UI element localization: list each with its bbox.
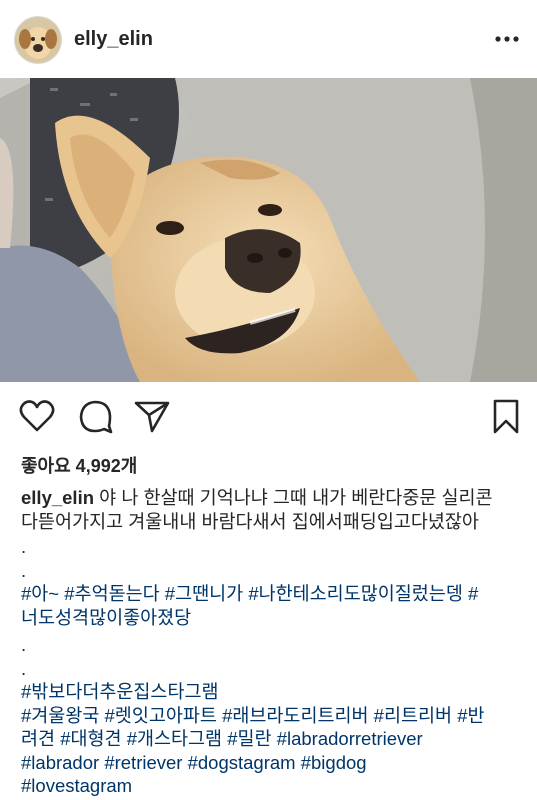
post-photo[interactable] [0, 78, 537, 382]
caption-text: 야 나 한살때 기억나냐 그때 내가 베란다중문 실리콘 [94, 487, 493, 508]
hashtag-link[interactable]: #대형견 [60, 728, 121, 749]
hashtag-line: 너도성격많이좋아졌당 [21, 606, 521, 630]
hashtag-link[interactable]: #retriever [104, 752, 182, 773]
hashtag-line: #labrador #retriever #dogstagram #bigdog [21, 751, 521, 775]
caption-dot: . [21, 634, 27, 655]
hashtag-link[interactable]: #나한테소리도많이질렀는뎅 [248, 583, 463, 604]
paper-plane-icon[interactable] [132, 396, 172, 436]
hashtag-link[interactable]: #렛잇고아파트 [105, 705, 217, 726]
hashtag-link[interactable]: #개스타그램 [127, 728, 222, 749]
more-options-icon[interactable] [494, 30, 520, 48]
post-username[interactable]: elly_elin [74, 28, 153, 51]
avatar[interactable] [14, 16, 62, 64]
hashtag-line: #겨울왕국 #렛잇고아파트 #래브라도리트리버 #리트리버 #반 [21, 704, 521, 728]
hashtag-link[interactable]: #밖보다더추운집스타그램 [21, 681, 219, 702]
hashtag-link[interactable]: #lovestagram [21, 775, 132, 796]
hashtag-link[interactable]: #래브라도리트리버 [222, 705, 368, 726]
caption-dot: . [21, 536, 27, 557]
heart-icon[interactable] [17, 396, 57, 436]
hashtag-link[interactable]: 너도성격많이좋아졌당 [21, 607, 191, 628]
hashtag-link[interactable]: #dogstagram [188, 752, 296, 773]
post-caption: elly_elin 야 나 한살때 기억나냐 그때 내가 베란다중문 실리콘 다… [21, 486, 521, 798]
hashtag-link[interactable]: #반 [457, 705, 484, 726]
hashtag-link[interactable]: #겨울왕국 [21, 705, 99, 726]
hashtag-link[interactable]: #밀란 [227, 728, 271, 749]
hashtag-line: #아~ #추억돋는다 #그땐니가 #나한테소리도많이질렀는뎅 # [21, 582, 521, 606]
hashtag-link[interactable]: #리트리버 [374, 705, 452, 726]
caption-line: 다뜯어가지고 겨울내내 바람다새서 집에서패딩입고다녔잖아 [21, 510, 521, 534]
caption-dot: . [21, 559, 27, 581]
caption-line: elly_elin 야 나 한살때 기억나냐 그때 내가 베란다중문 실리콘 [21, 486, 521, 510]
hashtag-link[interactable]: #bigdog [301, 752, 367, 773]
bookmark-icon[interactable] [486, 396, 526, 436]
caption-text: 다뜯어가지고 겨울내내 바람다새서 집에서패딩입고다녔잖아 [21, 510, 479, 532]
likes-count[interactable]: 좋아요 4,992개 [21, 452, 137, 478]
hashtag-link[interactable]: 려견 [21, 728, 55, 749]
hashtag-link[interactable]: #아~ [21, 583, 59, 604]
caption-username[interactable]: elly_elin [21, 487, 94, 508]
hashtag-link[interactable]: #labrador [21, 752, 99, 773]
caption-dot: . [21, 657, 27, 679]
dog-on-sofa-image [0, 78, 537, 382]
hashtag-line: 려견 #대형견 #개스타그램 #밀란 #labradorretriever [21, 727, 521, 751]
hashtag-line: #lovestagram [21, 774, 521, 798]
action-bar [0, 396, 537, 440]
dog-avatar-image [15, 17, 61, 63]
hashtag-link[interactable]: #추억돋는다 [64, 583, 159, 604]
hashtag-link[interactable]: #labradorretriever [277, 728, 423, 749]
post-header: elly_elin [0, 0, 537, 78]
hashtag-line: #밖보다더추운집스타그램 [21, 680, 521, 704]
hashtag-link[interactable]: #그땐니가 [165, 583, 243, 604]
comment-icon[interactable] [76, 396, 116, 436]
hashtag-link[interactable]: # [468, 583, 478, 604]
